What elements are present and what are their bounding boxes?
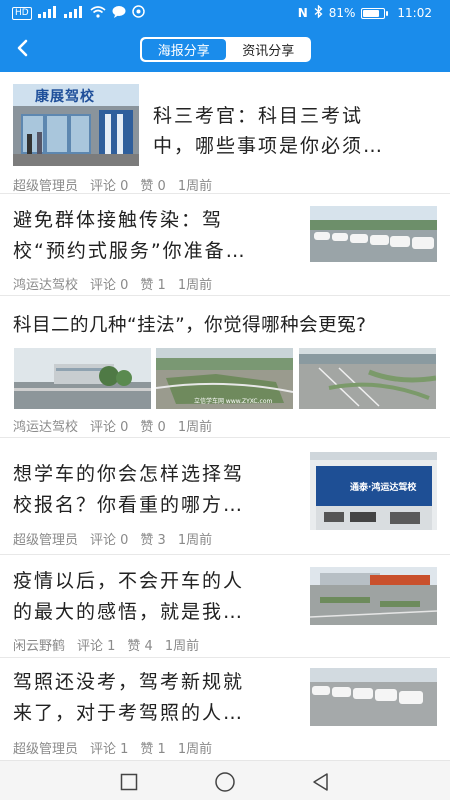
battery-icon (361, 7, 389, 19)
app-bar: 海报分享 资讯分享 (0, 26, 450, 72)
article-item[interactable]: 驾照还没考，驾考新规就 来了，对于考驾照的人… 超级管理员 评论 1 赞 1 1… (0, 658, 450, 759)
article-author: 超级管理员 (13, 533, 79, 548)
article-thumbnail: 通泰·鸿运达驾校 (310, 452, 437, 530)
bluetooth-icon (314, 4, 323, 21)
article-item[interactable]: 疫情以后，不会开车的人 的最大的感悟，就是我… 闲云野鹤 评论 1 赞 4 1周… (0, 555, 450, 658)
article-likes: 赞 1 (140, 278, 166, 293)
article-comments: 评论 0 (90, 533, 129, 548)
battery-level (363, 9, 379, 17)
article-comments: 评论 0 (90, 278, 129, 293)
article-time: 1周前 (177, 179, 213, 194)
signal-2-icon (63, 5, 84, 21)
article-thumbnail (310, 206, 437, 262)
top-bar: HD N 81% 11:02 海报分享 资讯分享 (0, 0, 450, 72)
thumbnail-sign-text: 通泰·鸿运达驾校 (350, 483, 417, 493)
article-meta: 鸿运达驾校 评论 0 赞 0 1周前 (13, 416, 212, 435)
message-icon (112, 5, 126, 21)
article-author: 超级管理员 (13, 742, 79, 757)
status-bar: HD N 81% 11:02 (0, 0, 450, 26)
article-meta: 闲云野鹤 评论 1 赞 4 1周前 (13, 635, 199, 654)
article-image-3 (299, 348, 436, 409)
article-comments: 评论 0 (90, 420, 129, 435)
battery-percent: 81% (328, 6, 356, 20)
article-title-line2: 的最大的感悟，就是我… (13, 601, 245, 623)
article-likes: 赞 4 (127, 639, 153, 654)
article-item[interactable]: 康展驾校 科三考官：科目三考试 中，哪些事项是你必须… 超级管理员 评论 0 赞… (0, 72, 450, 194)
back-button[interactable] (8, 32, 36, 64)
triangle-left-icon (313, 773, 328, 791)
article-time: 1周前 (177, 533, 213, 548)
wifi-icon (90, 5, 106, 21)
article-title-line1: 避免群体接触传染：驾 (13, 209, 224, 231)
signal-1-icon (37, 5, 58, 21)
article-likes: 赞 1 (140, 742, 166, 757)
article-title-line1: 科目二的几种“挂法”，你觉得哪种会更冤? (13, 315, 367, 336)
article-meta: 超级管理员 评论 0 赞 0 1周前 (13, 175, 212, 194)
article-author: 闲云野鹤 (13, 639, 66, 654)
segmented-tabs: 海报分享 资讯分享 (140, 37, 311, 62)
article-title-line1: 驾照还没考，驾考新规就 (13, 671, 245, 693)
article-image-2: 立信学车网 www.ZYXC.com (156, 348, 293, 409)
chevron-left-icon (17, 39, 28, 57)
article-thumbnail (310, 567, 437, 625)
article-item[interactable]: 科目二的几种“挂法”，你觉得哪种会更冤? 立信学车网 www.ZYXC.com (0, 296, 450, 438)
thumbnail-sign-text: 康展驾校 (35, 89, 95, 105)
article-time: 1周前 (164, 639, 200, 654)
article-likes: 赞 0 (140, 179, 166, 194)
hd-badge: HD (12, 6, 32, 20)
article-likes: 赞 3 (140, 533, 166, 548)
article-meta: 超级管理员 评论 1 赞 1 1周前 (13, 738, 212, 757)
article-thumbnail: 康展驾校 (13, 84, 139, 166)
article-meta: 鸿运达驾校 评论 0 赞 1 1周前 (13, 274, 212, 293)
article-comments: 评论 1 (90, 742, 129, 757)
article-item[interactable]: 避免群体接触传染：驾 校“预约式服务”你准备… 鸿运达驾校 评论 0 赞 1 1… (0, 194, 450, 296)
article-author: 超级管理员 (13, 179, 79, 194)
tab-news-share[interactable]: 资讯分享 (227, 38, 311, 61)
article-time: 1周前 (177, 420, 213, 435)
article-title-line2: 来了，对于考驾照的人… (13, 702, 245, 724)
article-title-line1: 疫情以后，不会开车的人 (13, 570, 245, 592)
home-button[interactable] (212, 769, 238, 795)
article-title-line1: 想学车的你会怎样选择驾 (13, 463, 245, 485)
article-title-line1: 科三考官：科目三考试 (153, 105, 364, 127)
nfc-icon: N (297, 6, 308, 20)
article-likes: 赞 0 (140, 420, 166, 435)
article-title-line2: 中，哪些事项是你必须… (153, 135, 385, 157)
article-title-line2: 校报名？你看重的哪方… (13, 494, 245, 516)
system-nav-bar (0, 760, 450, 800)
tab-poster-share[interactable]: 海报分享 (142, 39, 226, 60)
article-title-line2: 校“预约式服务”你准备… (13, 240, 247, 262)
article-author: 鸿运达驾校 (13, 278, 79, 293)
article-item[interactable]: 想学车的你会怎样选择驾 校报名？你看重的哪方… 通泰·鸿运达驾校 超级管理员 评… (0, 438, 450, 555)
app-notification-icon (131, 5, 145, 21)
article-list: 康展驾校 科三考官：科目三考试 中，哪些事项是你必须… 超级管理员 评论 0 赞… (0, 72, 450, 759)
watermark-text: 立信学车网 www.ZYXC.com (194, 398, 273, 405)
clock: 11:02 (397, 6, 432, 20)
article-comments: 评论 0 (90, 179, 129, 194)
recent-apps-button[interactable] (116, 769, 142, 795)
article-meta: 超级管理员 评论 0 赞 3 1周前 (13, 529, 212, 548)
article-author: 鸿运达驾校 (13, 420, 79, 435)
article-time: 1周前 (177, 742, 213, 757)
system-back-button[interactable] (308, 769, 334, 795)
square-icon (120, 773, 138, 791)
article-comments: 评论 1 (77, 639, 116, 654)
article-image-1 (14, 348, 151, 409)
article-thumbnail (310, 668, 437, 726)
article-time: 1周前 (177, 278, 213, 293)
circle-icon (215, 772, 235, 792)
